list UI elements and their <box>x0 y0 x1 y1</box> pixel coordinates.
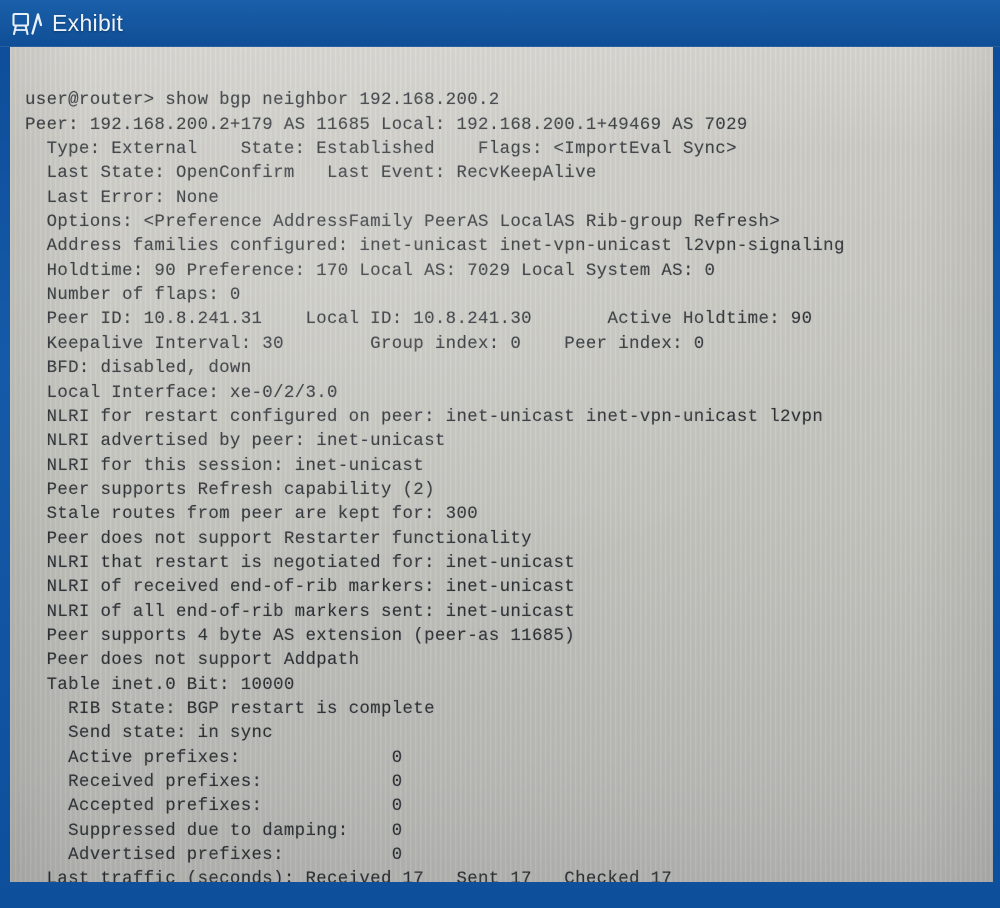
terminal-line: Send state: in sync <box>25 724 274 744</box>
terminal-line: RIB State: BGP restart is complete <box>25 699 435 719</box>
terminal-line: Address families configured: inet-unicas… <box>25 237 845 257</box>
exhibit-easel-icon <box>12 12 42 35</box>
terminal-line: BFD: disabled, down <box>25 359 252 379</box>
terminal-line: Last Error: None <box>25 188 220 208</box>
terminal-line: Peer does not support Addpath <box>25 651 360 671</box>
terminal-line: Keepalive Interval: 30 Group index: 0 Pe… <box>25 334 705 354</box>
terminal-line: NLRI of all end-of-rib markers sent: ine… <box>25 602 576 622</box>
terminal-line: Accepted prefixes: 0 <box>25 797 403 817</box>
terminal-line: Holdtime: 90 Preference: 170 Local AS: 7… <box>25 261 716 281</box>
terminal-line: Number of flaps: 0 <box>25 286 241 306</box>
terminal-line: Stale routes from peer are kept for: 300 <box>25 505 479 525</box>
terminal-line: Peer ID: 10.8.241.31 Local ID: 10.8.241.… <box>25 310 813 330</box>
terminal-line: Last State: OpenConfirm Last Event: Recv… <box>25 164 597 184</box>
terminal-line: Received prefixes: 0 <box>25 773 403 793</box>
terminal-line: Last traffic (seconds): Received 17 Sent… <box>25 870 673 882</box>
terminal-line: NLRI of received end-of-rib markers: ine… <box>25 578 576 598</box>
window-title: Exhibit <box>52 10 124 36</box>
terminal-line: Local Interface: xe-0/2/3.0 <box>25 383 338 403</box>
terminal-line: Type: External State: Established Flags:… <box>25 140 737 160</box>
terminal-line: Peer supports 4 byte AS extension (peer-… <box>25 626 576 646</box>
terminal-line: Options: <Preference AddressFamily PeerA… <box>25 213 781 233</box>
exhibit-window: Exhibit user@router> show bgp neighbor 1… <box>0 0 1000 908</box>
terminal-line: NLRI for restart configured on peer: ine… <box>25 407 824 427</box>
terminal-line: Suppressed due to damping: 0 <box>25 821 403 841</box>
terminal-line: Table inet.0 Bit: 10000 <box>25 675 295 695</box>
terminal-line: user@router> show bgp neighbor 192.168.2… <box>25 91 500 111</box>
terminal-line: NLRI advertised by peer: inet-unicast <box>25 432 446 452</box>
terminal-line: NLRI that restart is negotiated for: ine… <box>25 553 576 573</box>
terminal-line: Advertised prefixes: 0 <box>25 846 403 866</box>
terminal-line: Peer supports Refresh capability (2) <box>25 480 435 500</box>
window-titlebar: Exhibit <box>0 0 1000 47</box>
exhibit-screenshot-area: user@router> show bgp neighbor 192.168.2… <box>10 47 993 882</box>
terminal-line: Peer: 192.168.200.2+179 AS 11685 Local: … <box>25 115 748 135</box>
terminal-line: Active prefixes: 0 <box>25 748 403 768</box>
cli-output: user@router> show bgp neighbor 192.168.2… <box>25 89 989 882</box>
terminal-line: NLRI for this session: inet-unicast <box>25 456 425 476</box>
terminal-line: Peer does not support Restarter function… <box>25 529 532 549</box>
